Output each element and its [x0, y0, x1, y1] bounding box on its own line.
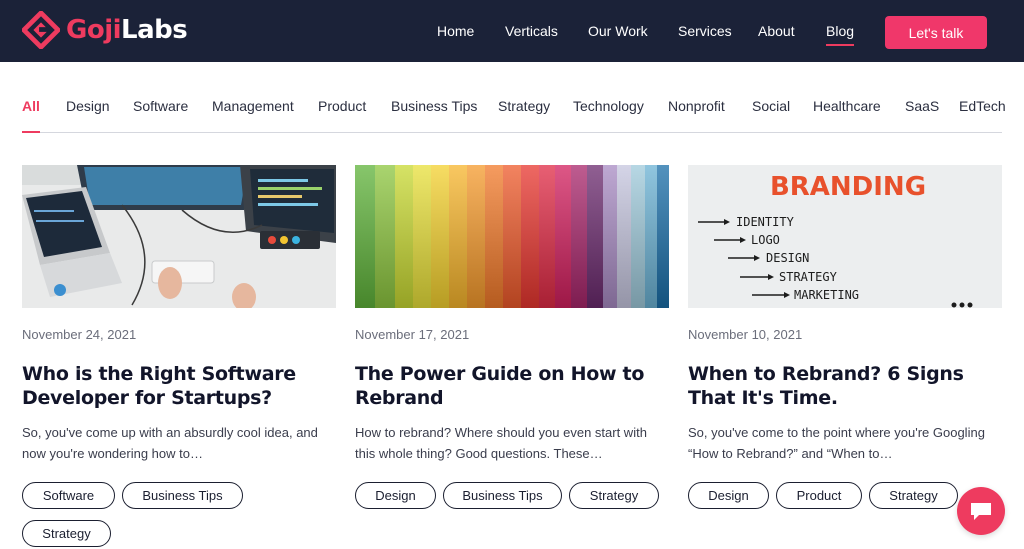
- category-filter: All Design Software Management Product B…: [0, 96, 1024, 118]
- post-excerpt: So, you've come up with an absurdly cool…: [22, 425, 318, 461]
- post-image-swatches[interactable]: [355, 165, 669, 308]
- category-tab-business-tips[interactable]: Business Tips: [391, 98, 477, 114]
- category-tab-technology[interactable]: Technology: [573, 98, 644, 114]
- branding-item: IDENTITY: [736, 215, 795, 229]
- post-title[interactable]: When to Rebrand? 6 Signs That It's Time.: [688, 362, 1002, 410]
- chat-bubble-icon: [971, 503, 991, 520]
- post-date: November 17, 2021: [355, 327, 470, 342]
- nav-home[interactable]: Home: [437, 23, 474, 39]
- branding-item: MARKETING: [794, 288, 859, 302]
- nav-services[interactable]: Services: [678, 23, 732, 39]
- nav-our-work[interactable]: Our Work: [588, 23, 648, 39]
- post-excerpt: So, you've come to the point where you'r…: [688, 425, 985, 461]
- branding-item: DESIGN: [766, 251, 809, 265]
- top-navbar: GojiLabs Home Verticals Our Work Service…: [0, 0, 1024, 62]
- tag-pill[interactable]: Strategy: [22, 520, 111, 547]
- branding-heading: BRANDING: [770, 172, 926, 202]
- category-tab-saas[interactable]: SaaS: [905, 98, 939, 114]
- branding-item: LOGO: [751, 233, 780, 247]
- category-tab-strategy[interactable]: Strategy: [498, 98, 550, 114]
- post-date: November 24, 2021: [22, 327, 137, 342]
- post-card[interactable]: November 24, 2021 Who is the Right Softw…: [22, 165, 336, 547]
- post-image-desk[interactable]: [22, 165, 336, 308]
- category-tab-social[interactable]: Social: [752, 98, 790, 114]
- category-tab-product[interactable]: Product: [318, 98, 366, 114]
- logo-text: GojiLabs: [66, 15, 188, 45]
- tag-pill[interactable]: Business Tips: [122, 482, 243, 509]
- branding-item: STRATEGY: [779, 270, 838, 284]
- gojilabs-diamond-icon: [22, 11, 60, 49]
- category-tab-design[interactable]: Design: [66, 98, 110, 114]
- post-image-branding[interactable]: BRANDING IDENTITY LOGO DESIGN STRATEGY M…: [688, 165, 1002, 308]
- tag-pill[interactable]: Design: [355, 482, 436, 509]
- category-tab-nonprofit[interactable]: Nonprofit: [668, 98, 725, 114]
- nav-blog[interactable]: Blog: [826, 23, 855, 46]
- category-tab-management[interactable]: Management: [212, 98, 294, 114]
- lets-talk-button[interactable]: Let's talk: [885, 16, 987, 49]
- tag-pill[interactable]: Strategy: [869, 482, 958, 509]
- tag-pill[interactable]: Business Tips: [443, 482, 562, 509]
- tag-pill[interactable]: Strategy: [569, 482, 659, 509]
- tag-pill[interactable]: Product: [776, 482, 862, 509]
- category-tab-all[interactable]: All: [22, 98, 40, 114]
- site-logo[interactable]: GojiLabs: [22, 10, 188, 50]
- post-title[interactable]: The Power Guide on How to Rebrand: [355, 362, 669, 410]
- nav-about[interactable]: About: [758, 23, 795, 39]
- category-tab-software[interactable]: Software: [133, 98, 188, 114]
- nav-verticals[interactable]: Verticals: [505, 23, 558, 39]
- post-date: November 10, 2021: [688, 327, 803, 342]
- tag-pill[interactable]: Design: [688, 482, 769, 509]
- post-card[interactable]: November 17, 2021 The Power Guide on How…: [355, 165, 669, 509]
- chat-button[interactable]: [957, 487, 1005, 535]
- category-tab-healthcare[interactable]: Healthcare: [813, 98, 881, 114]
- post-card[interactable]: BRANDING IDENTITY LOGO DESIGN STRATEGY M…: [688, 165, 1002, 509]
- category-divider: [22, 131, 1002, 133]
- tag-pill[interactable]: Software: [22, 482, 115, 509]
- post-title[interactable]: Who is the Right Software Developer for …: [22, 362, 336, 410]
- post-excerpt: How to rebrand? Where should you even st…: [355, 425, 647, 461]
- category-tab-edtech[interactable]: EdTech: [959, 98, 1006, 114]
